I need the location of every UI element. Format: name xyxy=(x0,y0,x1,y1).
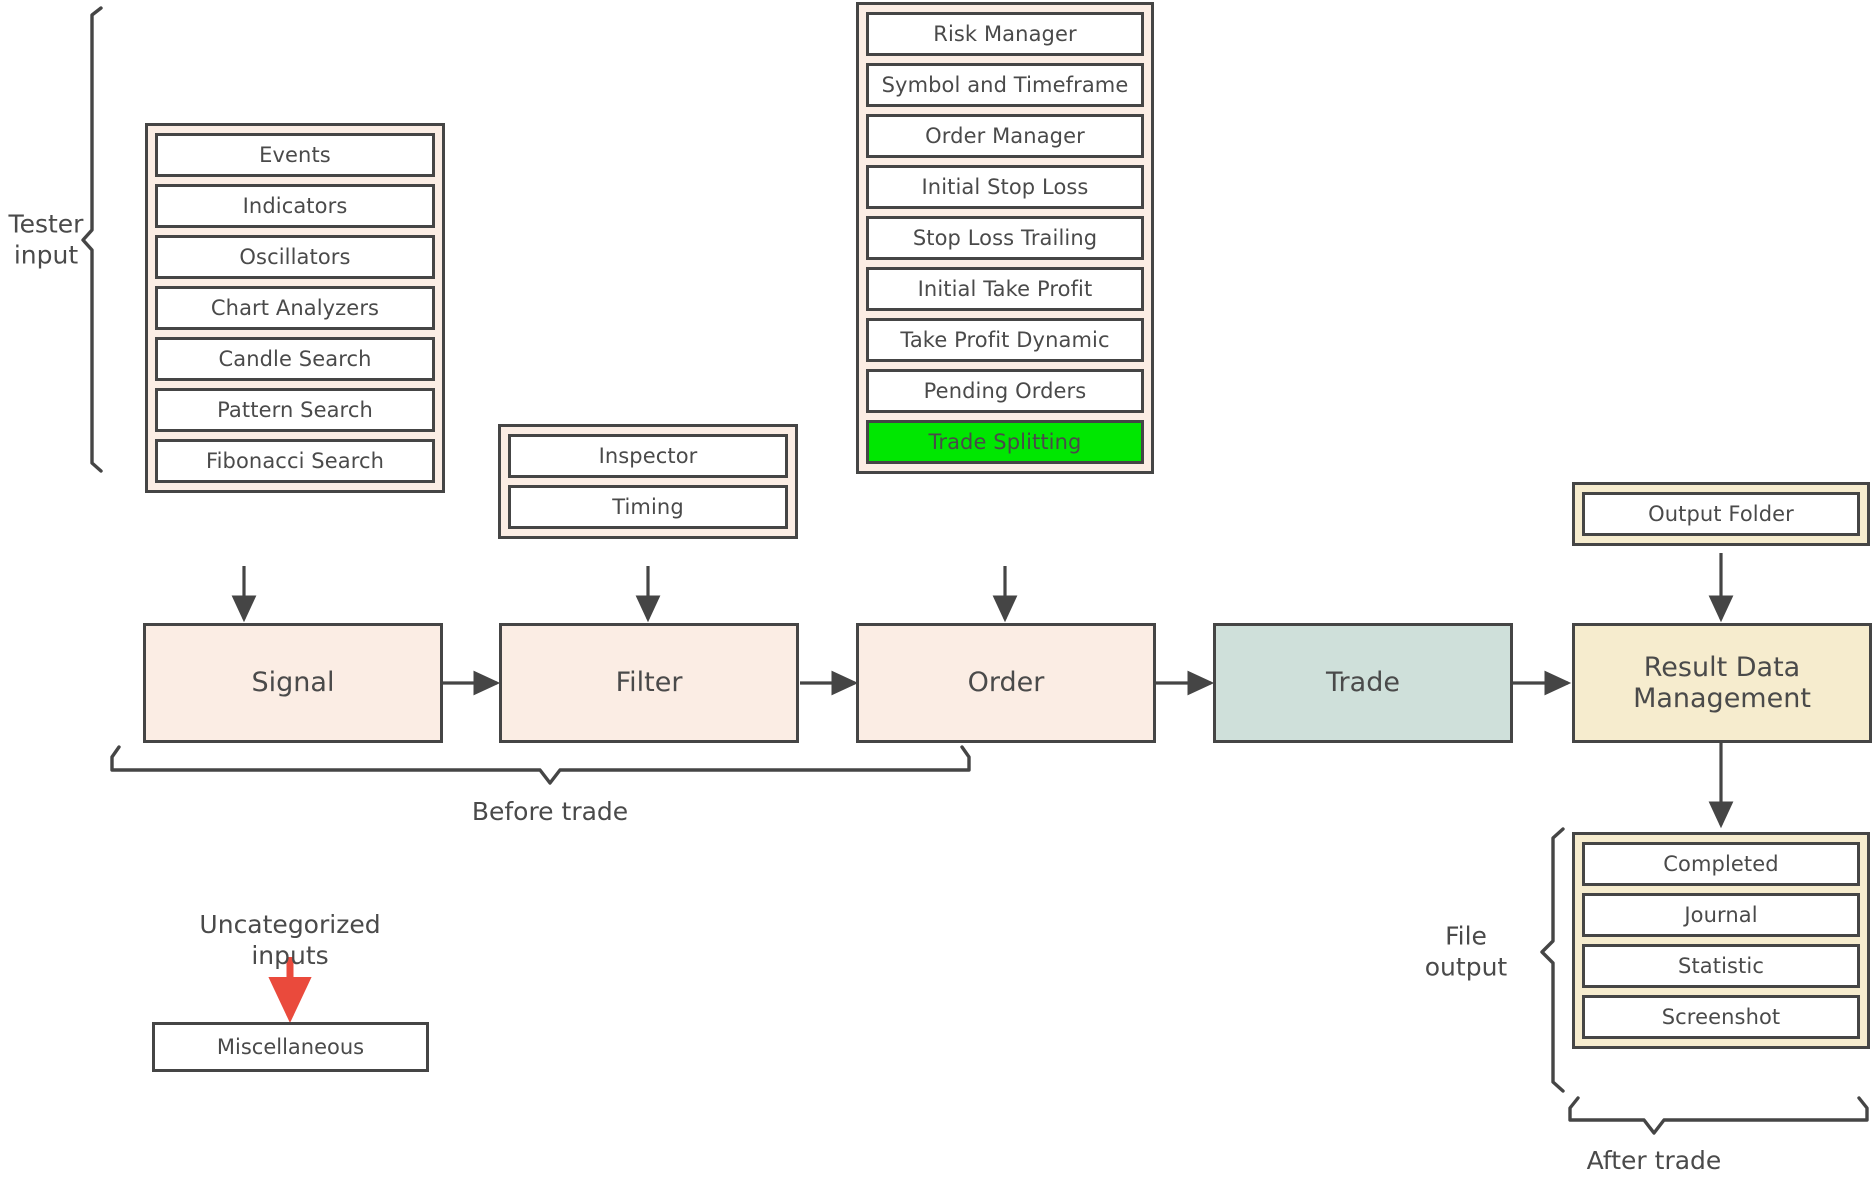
pipeline-node-filter[interactable]: Filter xyxy=(499,623,799,743)
input-item-stop-loss-trailing[interactable]: Stop Loss Trailing xyxy=(866,216,1144,260)
uncategorized-inputs-label: Uncategorized inputs xyxy=(199,910,381,970)
pipeline-node-result-data-management[interactable]: Result Data Management xyxy=(1572,623,1872,743)
bracket-before-trade xyxy=(110,745,971,785)
input-item-risk-manager[interactable]: Risk Manager xyxy=(866,12,1144,56)
bracket-after-trade xyxy=(1568,1096,1869,1135)
pipeline-node-signal[interactable]: Signal xyxy=(143,623,443,743)
input-item-initial-stop-loss[interactable]: Initial Stop Loss xyxy=(866,165,1144,209)
bracket-label-file-output: File output xyxy=(1424,921,1508,982)
group-result-inputs: Output Folder xyxy=(1572,482,1870,546)
bracket-label-before-trade: Before trade xyxy=(471,797,629,826)
input-item-order-manager[interactable]: Order Manager xyxy=(866,114,1144,158)
input-item-output-folder[interactable]: Output Folder xyxy=(1582,492,1860,536)
input-item-chart-analyzers[interactable]: Chart Analyzers xyxy=(155,286,435,330)
input-item-pending-orders[interactable]: Pending Orders xyxy=(866,369,1144,413)
input-item-fibonacci-search[interactable]: Fibonacci Search xyxy=(155,439,435,483)
output-item-completed[interactable]: Completed xyxy=(1582,842,1860,886)
group-filter-inputs: Inspector Timing xyxy=(498,424,798,539)
input-item-events[interactable]: Events xyxy=(155,133,435,177)
bracket-label-after-trade: After trade xyxy=(1586,1146,1722,1175)
bracket-file-output xyxy=(1540,827,1565,1093)
input-item-trade-splitting[interactable]: Trade Splitting xyxy=(866,420,1144,464)
output-item-screenshot[interactable]: Screenshot xyxy=(1582,995,1860,1039)
output-item-statistic[interactable]: Statistic xyxy=(1582,944,1860,988)
output-item-journal[interactable]: Journal xyxy=(1582,893,1860,937)
bracket-label-tester-input: Tester input xyxy=(8,209,84,270)
input-item-symbol-and-timeframe[interactable]: Symbol and Timeframe xyxy=(866,63,1144,107)
input-item-indicators[interactable]: Indicators xyxy=(155,184,435,228)
input-item-take-profit-dynamic[interactable]: Take Profit Dynamic xyxy=(866,318,1144,362)
input-item-inspector[interactable]: Inspector xyxy=(508,434,788,478)
diagram-canvas: Tester input Before trade File output Af… xyxy=(0,0,1872,1185)
miscellaneous-box[interactable]: Miscellaneous xyxy=(152,1022,429,1072)
input-item-timing[interactable]: Timing xyxy=(508,485,788,529)
input-item-oscillators[interactable]: Oscillators xyxy=(155,235,435,279)
pipeline-node-order[interactable]: Order xyxy=(856,623,1156,743)
group-signal-inputs: Events Indicators Oscillators Chart Anal… xyxy=(145,123,445,493)
input-item-pattern-search[interactable]: Pattern Search xyxy=(155,388,435,432)
group-order-inputs: Risk Manager Symbol and Timeframe Order … xyxy=(856,2,1154,474)
input-item-candle-search[interactable]: Candle Search xyxy=(155,337,435,381)
pipeline-node-trade[interactable]: Trade xyxy=(1213,623,1513,743)
input-item-initial-take-profit[interactable]: Initial Take Profit xyxy=(866,267,1144,311)
group-file-outputs: Completed Journal Statistic Screenshot xyxy=(1572,832,1870,1049)
